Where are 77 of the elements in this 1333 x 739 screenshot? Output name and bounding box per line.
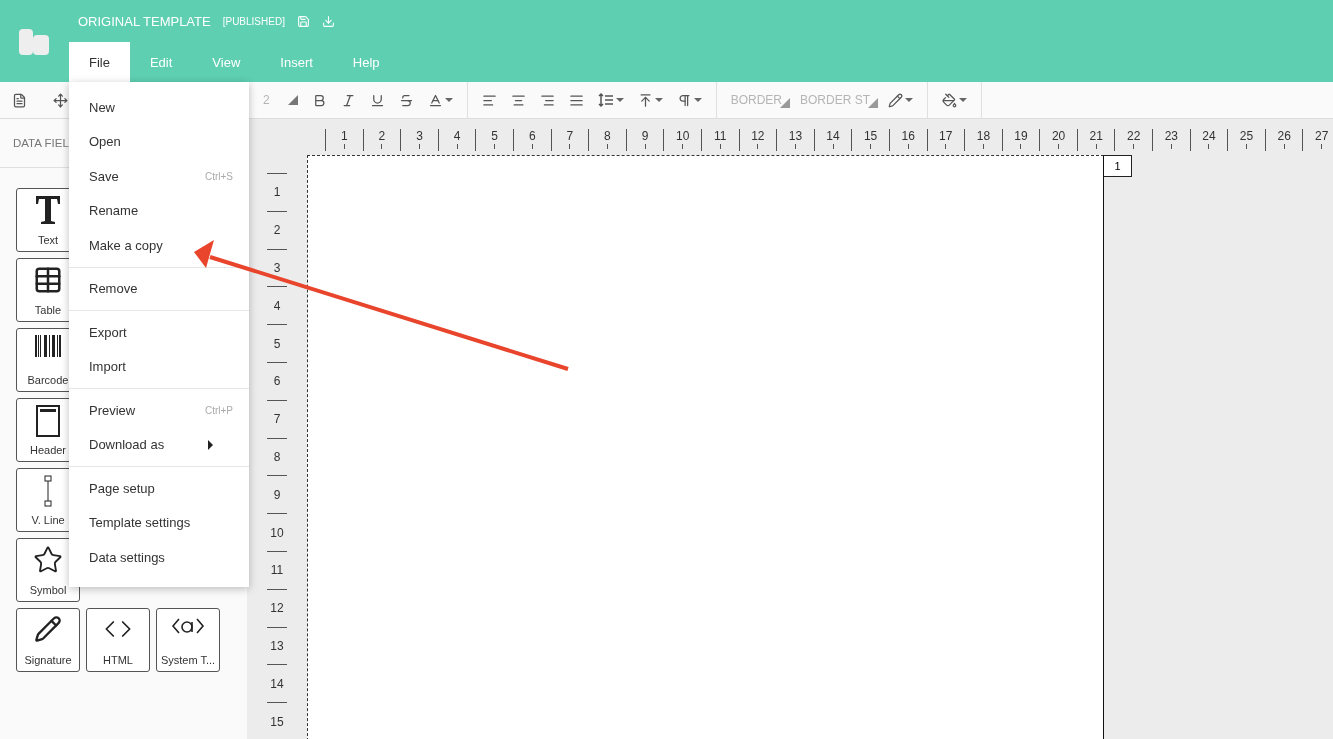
strike-icon: [398, 92, 414, 108]
ruler-number: 6: [273, 374, 281, 389]
ruler-number: 7: [273, 412, 281, 427]
paragraph-icon: [676, 92, 692, 108]
ruler-number: 1: [273, 185, 281, 200]
alignleft-icon: [481, 92, 497, 108]
ruler-number: 3: [273, 261, 281, 275]
ruler-number: 16: [901, 129, 915, 143]
ruler-number: 27: [1315, 129, 1329, 143]
ruler-number: 22: [1127, 129, 1141, 143]
ruler-number: 9: [273, 487, 281, 502]
aligncenter-icon: [510, 92, 526, 108]
ruler-number: 14: [270, 676, 284, 691]
ruler-number: 25: [1239, 129, 1254, 143]
ruler-number: 20: [1051, 129, 1066, 143]
ruler-number: 18: [976, 129, 991, 143]
ruler-number: 8: [273, 449, 281, 464]
underline-icon: [369, 92, 385, 108]
page-header-icon: [36, 405, 60, 437]
fill-icon: [942, 92, 958, 108]
vertical-line-icon: [44, 475, 52, 507]
table-icon: [33, 265, 63, 295]
palette-item[interactable]: System T...: [156, 608, 220, 672]
palette-item[interactable]: Signature: [16, 608, 80, 672]
pen-icon: [34, 615, 62, 643]
barcode-icon: [35, 335, 61, 357]
palette-item[interactable]: HTML: [86, 608, 150, 672]
italic-icon: [340, 92, 356, 108]
ruler-number: 23: [1164, 129, 1179, 143]
ruler-number: 5: [491, 129, 498, 143]
logo-icon: [18, 27, 51, 55]
ruler-number: 13: [788, 129, 803, 143]
ruler-number: 10: [675, 129, 690, 143]
star-icon: [33, 545, 63, 575]
ruler-number: 13: [270, 638, 284, 653]
ruler-number: 17: [939, 129, 953, 143]
ruler-number: 6: [528, 129, 536, 143]
ruler-number: 2: [273, 223, 281, 238]
pen-icon: [888, 92, 904, 108]
ruler-number: 8: [604, 129, 611, 143]
ruler-number: 14: [826, 129, 840, 143]
alignright-icon: [539, 92, 555, 108]
corner-triangle-icon: [287, 95, 298, 105]
ruler-number: 19: [1014, 129, 1028, 143]
ruler-number: 9: [641, 129, 649, 143]
ruler-number: 12: [270, 601, 284, 616]
ruler-number: 11: [714, 129, 727, 143]
ruler-number: 4: [453, 129, 461, 143]
page-icon: [12, 92, 27, 108]
ruler-number: 5: [273, 336, 281, 351]
publish-status: [PUBLISHED]: [222, 15, 285, 27]
ruler-number: 4: [273, 298, 281, 313]
ruler-number: 15: [863, 129, 878, 143]
ruler-number: 11: [270, 563, 284, 578]
menu-item[interactable]: Open: [69, 124, 249, 159]
menu-item[interactable]: New: [69, 90, 249, 125]
ruler-number: 26: [1277, 129, 1291, 143]
line-spacing-icon: [597, 92, 614, 108]
sidebar-tab[interactable]: DATA FIEL: [13, 137, 69, 149]
letter-t-icon: [35, 195, 61, 225]
ruler-number: 7: [566, 129, 574, 143]
document-title: ORIGINAL TEMPLATE: [78, 13, 211, 29]
ruler-number: 10: [270, 525, 284, 540]
menu-tab[interactable]: File: [69, 42, 130, 82]
ruler-number: 3: [416, 129, 423, 143]
shortcut-hint: Ctrl+S: [204, 170, 233, 182]
ruler-number: 12: [751, 129, 765, 143]
ruler-number: 24: [1202, 129, 1216, 143]
ruler-number: 15: [270, 714, 284, 729]
page-number: 1: [1104, 155, 1132, 177]
ruler-number: 21: [1089, 129, 1103, 143]
fontcolor-icon: [427, 92, 443, 108]
move-icon: [53, 92, 68, 108]
justify-icon: [568, 92, 584, 108]
ruler-number: 2: [378, 129, 386, 143]
shortcut-hint: Ctrl+P: [204, 404, 233, 416]
ruler-number: 1: [340, 129, 348, 143]
